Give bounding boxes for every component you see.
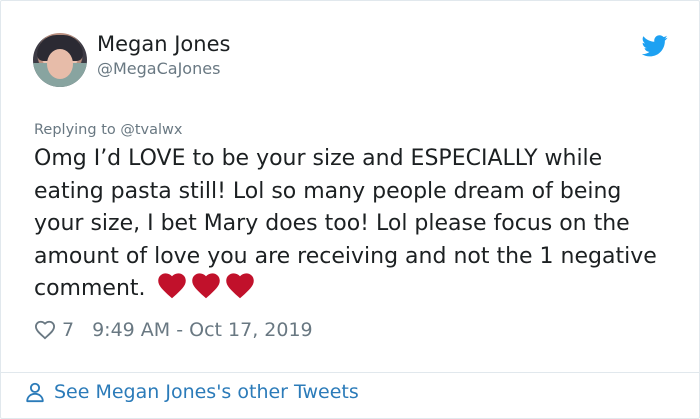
heart-emoji-group bbox=[157, 273, 254, 299]
avatar[interactable] bbox=[33, 33, 87, 87]
red-heart-icon bbox=[225, 273, 254, 299]
person-icon bbox=[26, 382, 44, 403]
twitter-bird-icon[interactable] bbox=[642, 35, 668, 57]
red-heart-icon bbox=[157, 273, 186, 299]
like-count: 7 bbox=[62, 319, 75, 341]
like-heart-icon[interactable] bbox=[34, 320, 56, 340]
tweet-timestamp[interactable]: 9:49 AM - Oct 17, 2019 bbox=[92, 319, 313, 341]
see-other-tweets-label: See Megan Jones's other Tweets bbox=[54, 381, 359, 403]
replying-to-link[interactable]: Replying to @tvalwx bbox=[34, 122, 182, 138]
divider bbox=[1, 372, 699, 373]
tweet-meta: 7 9:49 AM - Oct 17, 2019 bbox=[34, 319, 313, 341]
tweet-card: Megan Jones @MegaCaJones Replying to @tv… bbox=[0, 0, 700, 419]
red-heart-icon bbox=[191, 273, 220, 299]
tweet-text: Omg I’d LOVE to be your size and ESPECIA… bbox=[34, 143, 674, 306]
author-handle[interactable]: @MegaCaJones bbox=[97, 59, 220, 78]
tweet-body: Omg I’d LOVE to be your size and ESPECIA… bbox=[34, 146, 664, 301]
see-other-tweets-link[interactable]: See Megan Jones's other Tweets bbox=[24, 381, 359, 403]
author-name[interactable]: Megan Jones bbox=[97, 32, 230, 56]
